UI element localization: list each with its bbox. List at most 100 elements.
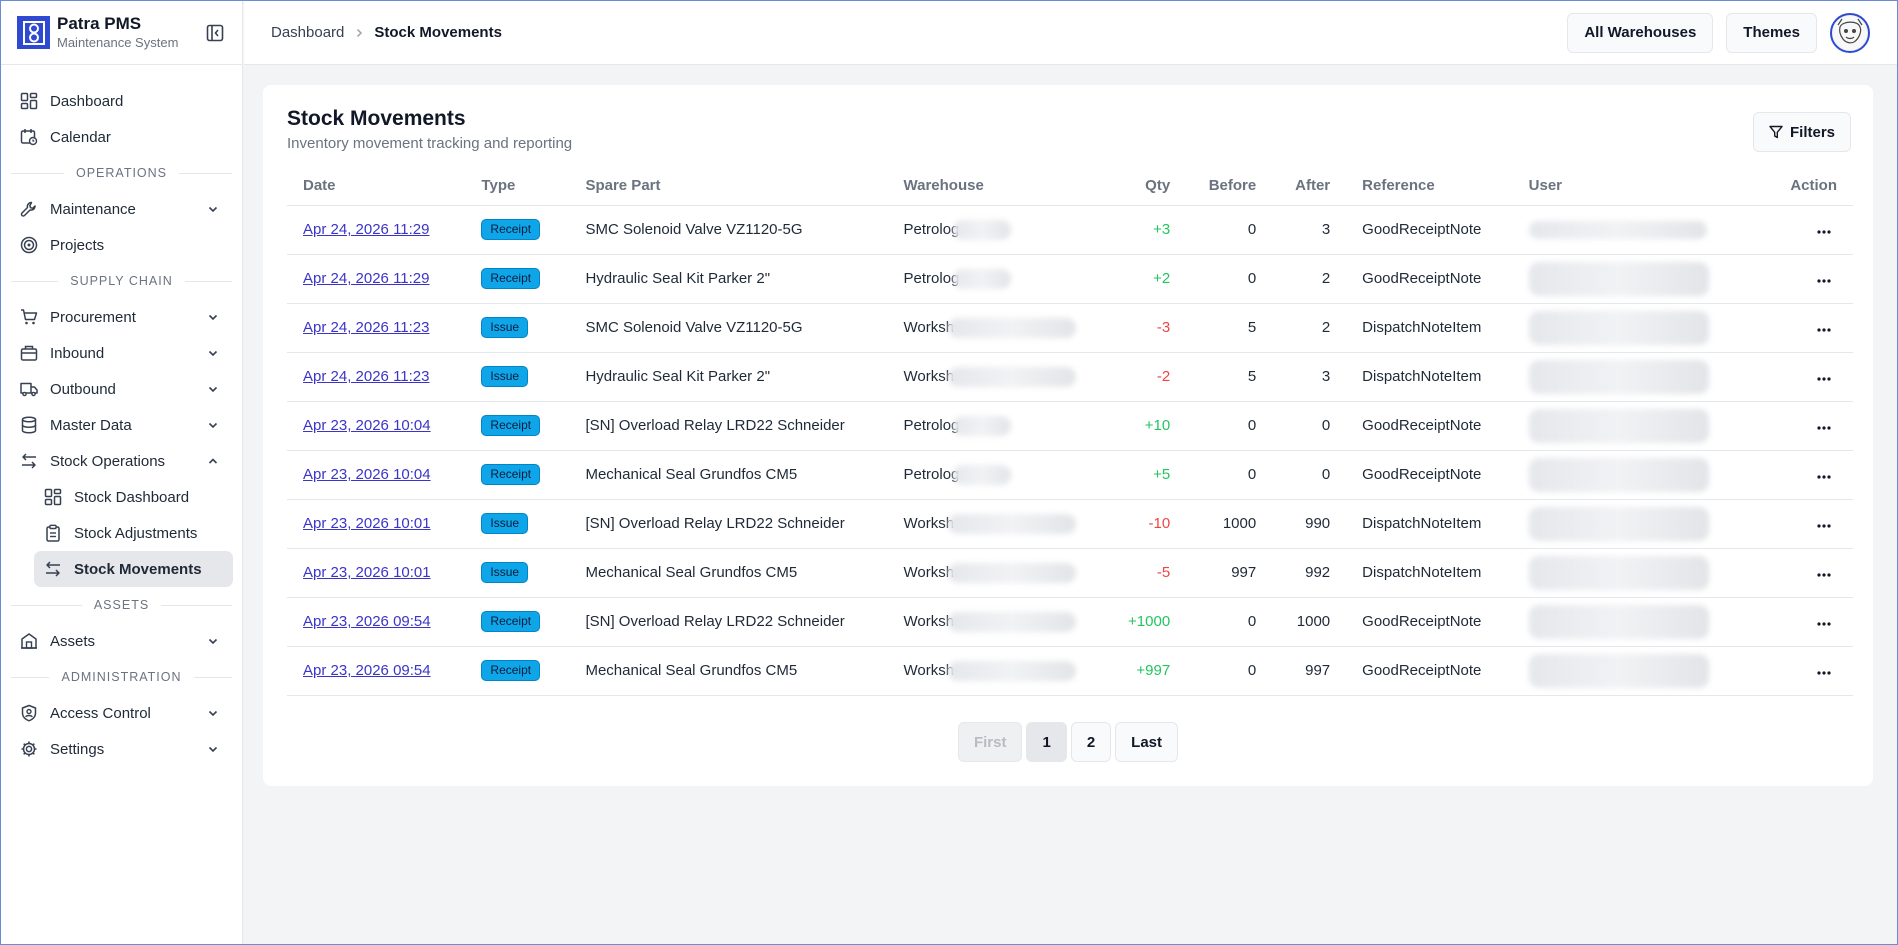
target-icon [19,235,39,255]
brand-subtitle: Maintenance System [57,35,179,50]
column-header-after[interactable]: After [1272,167,1347,206]
cell-reference: GoodReceiptNote [1346,254,1513,304]
sidebar-item-label: Projects [50,236,105,254]
row-actions-button[interactable] [1811,569,1837,581]
logo-icon [17,16,50,49]
cell-before: 1000 [1186,499,1273,549]
avatar[interactable] [1830,12,1870,53]
sidebar-item-outbound[interactable]: Outbound [1,371,242,407]
sidebar-item-label: Maintenance [50,200,136,218]
filters-button[interactable]: Filters [1753,112,1851,152]
movement-date-link[interactable]: Apr 24, 2026 11:23 [303,319,430,336]
cell-qty: +5 [1092,450,1187,500]
row-actions-button[interactable] [1811,422,1837,434]
cell-reference: GoodReceiptNote [1346,450,1513,500]
pagination: First 1 2 Last [263,722,1873,762]
cell-after: 3 [1272,205,1347,255]
redacted-user [1528,261,1709,296]
row-actions-button[interactable] [1811,373,1837,385]
cell-qty: +3 [1092,205,1187,255]
movement-date-link[interactable]: Apr 24, 2026 11:29 [303,221,430,238]
sidebar-item-dashboard[interactable]: Dashboard [1,83,242,119]
cell-warehouse: Petrolog [887,401,1093,451]
sidebar-item-stock-movements[interactable]: Stock Movements [34,551,233,587]
dashboard-icon [43,487,63,507]
row-actions-button[interactable] [1811,471,1837,483]
sidebar-item-maintenance[interactable]: Maintenance [1,191,242,227]
sidebar-item-settings[interactable]: Settings [1,731,242,767]
column-header-before[interactable]: Before [1186,167,1273,206]
sidebar-collapse-button[interactable] [204,22,226,44]
sidebar-item-projects[interactable]: Projects [1,227,242,263]
cell-action [1724,401,1853,451]
sidebar-item-inbound[interactable]: Inbound [1,335,242,371]
chevron-down-icon [208,638,218,645]
cell-type: Receipt [465,646,570,696]
cell-date: Apr 24, 2026 11:29 [287,254,466,304]
breadcrumb-dashboard-link[interactable]: Dashboard [271,24,344,41]
cell-spare-part: Mechanical Seal Grundfos CM5 [569,646,888,696]
sidebar-item-assets[interactable]: Assets [1,623,242,659]
column-header-user[interactable]: User [1512,167,1725,206]
row-actions-button[interactable] [1811,324,1837,336]
movement-date-link[interactable]: Apr 23, 2026 09:54 [303,662,431,679]
sidebar-item-calendar[interactable]: Calendar [1,119,242,155]
database-icon [19,415,39,435]
sidebar-item-stock-adjustments[interactable]: Stock Adjustments [34,515,233,551]
sidebar-item-stock-dashboard[interactable]: Stock Dashboard [34,479,233,515]
column-header-warehouse[interactable]: Warehouse [887,167,1093,206]
more-horizontal-icon [1817,426,1831,430]
more-horizontal-icon [1817,475,1831,479]
panel-collapse-icon [206,24,224,41]
cell-qty: +1000 [1092,597,1187,647]
sidebar-item-stock-operations[interactable]: Stock Operations [1,443,242,479]
cell-spare-part: SMC Solenoid Valve VZ1120-5G [569,205,888,255]
movement-date-link[interactable]: Apr 23, 2026 09:54 [303,613,431,630]
pagination-page-2[interactable]: 2 [1070,722,1112,762]
sidebar-item-procurement[interactable]: Procurement [1,299,242,335]
movement-date-link[interactable]: Apr 23, 2026 10:01 [303,564,431,581]
row-actions-button[interactable] [1811,520,1837,532]
cell-qty: -2 [1092,352,1187,402]
sidebar-item-access-control[interactable]: Access Control [1,695,242,731]
pagination-page-1[interactable]: 1 [1026,722,1067,762]
redacted-user [1528,506,1709,541]
movement-date-link[interactable]: Apr 24, 2026 11:23 [303,368,430,385]
chevron-down-icon [208,314,218,321]
column-header-qty[interactable]: Qty [1092,167,1187,206]
sidebar-item-label: Access Control [50,704,151,722]
top-header: Dashboard Stock Movements All Warehouses… [244,1,1897,65]
package-icon [19,343,39,363]
cell-date: Apr 23, 2026 10:04 [287,401,466,451]
column-header-spare-part[interactable]: Spare Part [569,167,888,206]
row-actions-button[interactable] [1811,618,1837,630]
cell-before: 0 [1186,450,1273,500]
pagination-last-button[interactable]: Last [1115,722,1179,762]
cell-type: Issue [465,352,570,402]
row-actions-button[interactable] [1811,275,1837,287]
breadcrumb-current: Stock Movements [374,24,502,41]
warehouse-name: Worksh [903,367,955,385]
redacted-user [1528,359,1709,394]
movement-date-link[interactable]: Apr 23, 2026 10:01 [303,515,431,532]
sidebar-item-label: Stock Adjustments [74,524,198,542]
pagination-first-button[interactable]: First [957,722,1023,762]
row-actions-button[interactable] [1811,226,1837,238]
cell-qty: +10 [1092,401,1187,451]
movement-date-link[interactable]: Apr 23, 2026 10:04 [303,466,431,483]
column-header-reference[interactable]: Reference [1346,167,1513,206]
row-actions-button[interactable] [1811,667,1837,679]
cell-date: Apr 24, 2026 11:23 [287,352,466,402]
movement-date-link[interactable]: Apr 23, 2026 10:04 [303,417,431,434]
sidebar-item-master-data[interactable]: Master Data [1,407,242,443]
movement-date-link[interactable]: Apr 24, 2026 11:29 [303,270,430,287]
sidebar-item-label: Procurement [50,308,136,326]
column-header-date[interactable]: Date [287,167,466,206]
themes-button[interactable]: Themes [1726,12,1817,53]
cell-action [1724,499,1853,549]
cell-warehouse: Worksh [887,499,1093,549]
more-horizontal-icon [1817,671,1831,675]
more-horizontal-icon [1817,328,1831,332]
column-header-type[interactable]: Type [465,167,570,206]
warehouse-selector-button[interactable]: All Warehouses [1567,12,1714,53]
